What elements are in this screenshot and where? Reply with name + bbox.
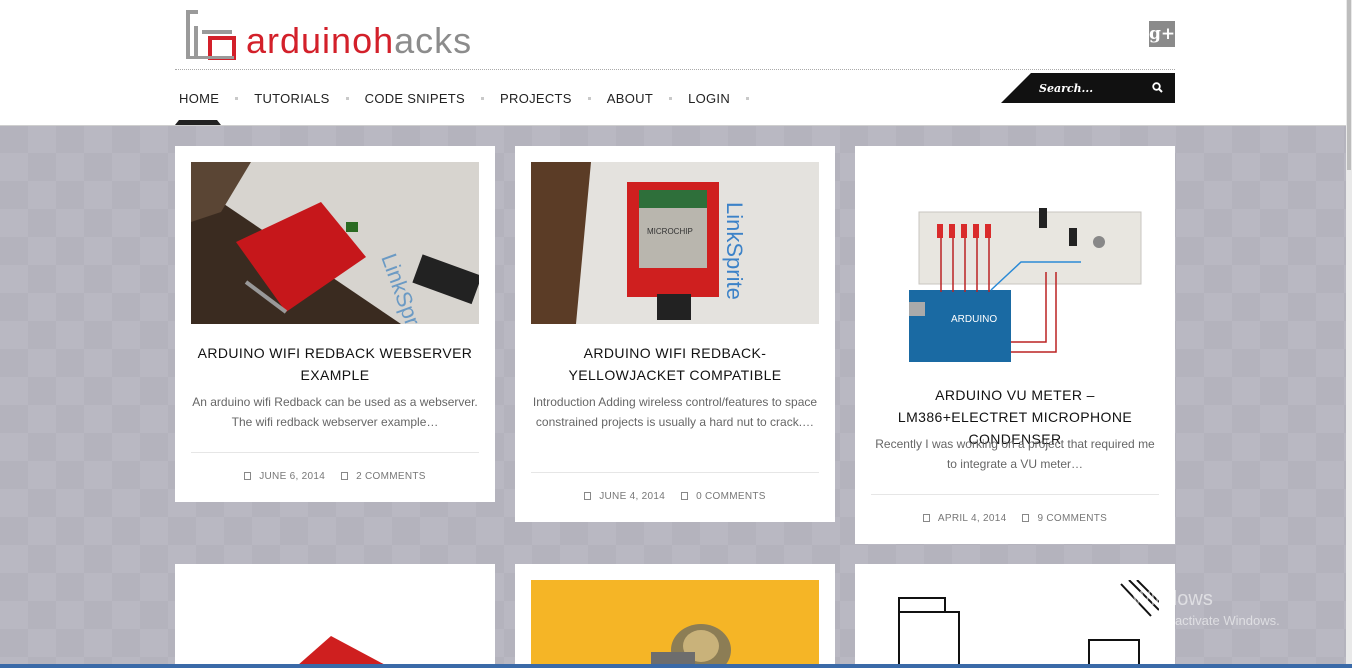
red-board-photo xyxy=(191,580,479,668)
redback-board-photo: LinkSpr xyxy=(191,162,479,324)
main-nav: HOME TUTORIALS CODE SNIPETS PROJECTS ABO… xyxy=(175,86,761,110)
post-thumbnail[interactable]: ARDUINO xyxy=(871,162,1159,366)
nav-separator xyxy=(746,96,750,100)
post-comments-link[interactable]: 2 COMMENTS xyxy=(356,471,426,482)
post-meta: APRIL 4, 2014 9 COMMENTS xyxy=(871,513,1159,524)
post-date: JUNE 6, 2014 xyxy=(259,471,326,482)
logo-wordmark: arduinohacks xyxy=(246,22,472,60)
post-thumbnail[interactable] xyxy=(191,580,479,668)
post-card xyxy=(515,564,835,668)
post-card: LinkSpr ARDUINO WIFI REDBACK WEBSERVER E… xyxy=(175,146,495,502)
svg-text:MICROCHIP: MICROCHIP xyxy=(647,227,693,236)
search-icon[interactable] xyxy=(1151,81,1165,95)
post-excerpt: Recently I was working on a project that… xyxy=(875,437,1155,471)
post-thumbnail[interactable] xyxy=(531,580,819,668)
header-divider xyxy=(175,69,1175,70)
logo-text-h: h xyxy=(373,20,395,61)
calendar-icon xyxy=(922,514,930,522)
post-card: MICROCHIP LinkSprite ARDUINO WIFI REDBAC… xyxy=(515,146,835,522)
nav-separator xyxy=(235,96,239,100)
google-plus-icon[interactable]: g+ xyxy=(1149,21,1175,47)
calendar-icon xyxy=(244,472,252,480)
nav-separator xyxy=(669,96,673,100)
post-title[interactable]: ARDUINO WIFI REDBACK-YELLOWJACKET COMPAT… xyxy=(531,342,819,386)
logo-text-grey: acks xyxy=(394,20,473,61)
search-input[interactable] xyxy=(1039,79,1139,97)
potentiometer-photo xyxy=(531,580,819,668)
nav-separator xyxy=(481,96,485,100)
nav-tutorials[interactable]: TUTORIALS xyxy=(250,91,333,106)
post-thumbnail[interactable]: LinkSpr xyxy=(191,162,479,324)
card-divider xyxy=(531,472,819,473)
nav-home[interactable]: HOME xyxy=(175,91,223,106)
nav-about[interactable]: ABOUT xyxy=(603,91,657,106)
post-comments-link[interactable]: 9 COMMENTS xyxy=(1037,513,1107,524)
post-date: JUNE 4, 2014 xyxy=(599,491,666,502)
nav-projects[interactable]: PROJECTS xyxy=(496,91,576,106)
post-meta: JUNE 6, 2014 2 COMMENTS xyxy=(191,471,479,482)
post-thumbnail[interactable]: MICROCHIP LinkSprite xyxy=(531,162,819,324)
calendar-icon xyxy=(584,492,592,500)
card-divider xyxy=(871,494,1159,495)
svg-text:LinkSprite: LinkSprite xyxy=(722,202,747,300)
active-nav-indicator xyxy=(175,120,221,125)
logo-text-red: arduino xyxy=(246,20,374,61)
scrollbar-thumb[interactable] xyxy=(1347,0,1351,170)
nav-separator xyxy=(587,96,591,100)
taskbar-edge xyxy=(0,664,1352,668)
site-header: arduinohacks g+ HOME TUTORIALS CODE SNIP… xyxy=(0,0,1352,126)
post-meta: JUNE 4, 2014 0 COMMENTS xyxy=(531,491,819,502)
search-box xyxy=(1001,73,1175,103)
watermark-subtitle: Go to PC settings to activate Windows. xyxy=(1055,613,1280,628)
post-title[interactable]: ARDUINO WIFI REDBACK WEBSERVER EXAMPLE xyxy=(191,342,479,386)
nav-code-snipets[interactable]: CODE SNIPETS xyxy=(361,91,469,106)
post-comments-link[interactable]: 0 COMMENTS xyxy=(696,491,766,502)
site-logo[interactable]: arduinohacks xyxy=(184,8,472,60)
comment-icon xyxy=(341,472,349,480)
card-divider xyxy=(191,452,479,453)
comment-icon xyxy=(1022,514,1030,522)
logo-mark-icon xyxy=(186,10,236,60)
yellowjacket-board-photo: MICROCHIP LinkSprite xyxy=(531,162,819,324)
svg-text:ARDUINO: ARDUINO xyxy=(951,314,997,325)
post-card: ARDUINO ARDUINO VU METER – LM386+ELECTRE… xyxy=(855,146,1175,544)
windows-activation-watermark: Activate Windows Go to PC settings to ac… xyxy=(1055,588,1280,628)
post-date: APRIL 4, 2014 xyxy=(937,513,1007,524)
nav-login[interactable]: LOGIN xyxy=(684,91,734,106)
watermark-title: Activate Windows xyxy=(1055,588,1213,610)
post-excerpt: An arduino wifi Redback can be used as a… xyxy=(192,395,478,429)
post-excerpt: Introduction Adding wireless control/fea… xyxy=(532,395,818,429)
vu-meter-breadboard-diagram: ARDUINO xyxy=(871,162,1159,366)
post-card xyxy=(175,564,495,668)
nav-separator xyxy=(345,96,349,100)
comment-icon xyxy=(681,492,689,500)
